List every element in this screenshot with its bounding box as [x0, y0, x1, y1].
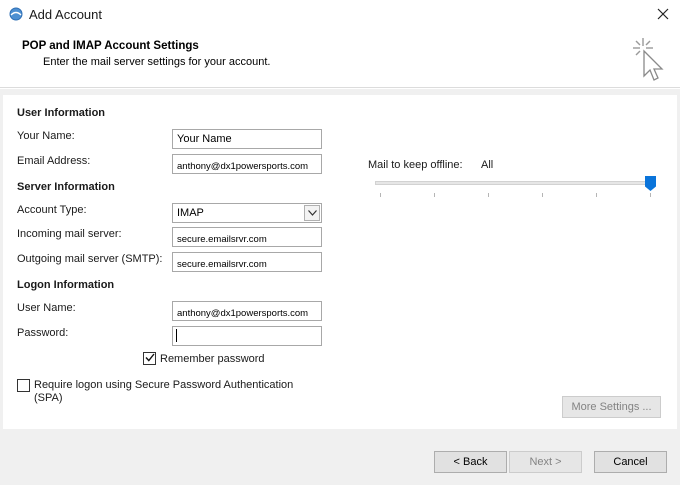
- next-button[interactable]: Next >: [509, 451, 582, 473]
- mail-offline-value: All: [481, 159, 494, 171]
- user-name-label: User Name:: [17, 302, 76, 314]
- email-address-input[interactable]: anthony@dx1powersports.com: [172, 154, 322, 174]
- section-user-information: User Information: [17, 107, 106, 119]
- window-title: Add Account: [29, 7, 102, 22]
- section-logon-information: Logon Information: [17, 279, 115, 291]
- account-type-value: IMAP: [177, 207, 204, 219]
- close-button[interactable]: [648, 1, 678, 29]
- outgoing-server-label: Outgoing mail server (SMTP):: [17, 253, 163, 265]
- slider-tick: [596, 193, 597, 197]
- more-settings-button[interactable]: More Settings ...: [562, 396, 661, 418]
- remember-password-checkbox[interactable]: [143, 352, 156, 365]
- spa-checkbox[interactable]: [17, 379, 30, 392]
- header-subtitle: Enter the mail server settings for your …: [43, 56, 271, 68]
- your-name-label: Your Name:: [17, 130, 75, 142]
- dialog-header: POP and IMAP Account Settings Enter the …: [0, 30, 680, 88]
- back-button[interactable]: < Back: [434, 451, 507, 473]
- section-server-information: Server Information: [17, 181, 115, 193]
- text-cursor: [176, 329, 177, 342]
- account-type-select[interactable]: IMAP: [172, 203, 322, 223]
- slider-tick: [650, 193, 651, 197]
- incoming-server-input[interactable]: secure.emailsrvr.com: [172, 227, 322, 247]
- cancel-button[interactable]: Cancel: [594, 451, 667, 473]
- spa-label-continued: (SPA): [34, 392, 63, 404]
- chevron-down-icon[interactable]: [304, 205, 320, 221]
- mail-offline-label: Mail to keep offline:: [368, 159, 463, 171]
- slider-tick: [542, 193, 543, 197]
- user-name-input[interactable]: anthony@dx1powersports.com: [172, 301, 322, 321]
- remember-password-label: Remember password: [160, 353, 265, 365]
- outgoing-server-input[interactable]: secure.emailsrvr.com: [172, 252, 322, 272]
- your-name-input[interactable]: Your Name: [172, 129, 322, 149]
- offline-slider-track[interactable]: [375, 181, 655, 185]
- account-type-label: Account Type:: [17, 204, 87, 216]
- close-icon: [657, 8, 669, 23]
- sparkle-cursor-icon: [629, 36, 665, 84]
- slider-tick: [380, 193, 381, 197]
- add-account-dialog: Add Account POP and IMAP Account Setting…: [0, 0, 680, 485]
- password-label: Password:: [17, 327, 69, 339]
- slider-tick: [488, 193, 489, 197]
- spa-label: Require logon using Secure Password Auth…: [34, 379, 294, 391]
- title-bar: Add Account: [0, 0, 680, 30]
- outlook-account-icon: [9, 7, 23, 21]
- incoming-server-label: Incoming mail server:: [17, 228, 122, 240]
- checkmark-icon: [144, 353, 155, 365]
- email-address-label: Email Address:: [17, 155, 91, 167]
- password-input[interactable]: [172, 326, 322, 346]
- header-title: POP and IMAP Account Settings: [22, 40, 199, 52]
- slider-tick: [434, 193, 435, 197]
